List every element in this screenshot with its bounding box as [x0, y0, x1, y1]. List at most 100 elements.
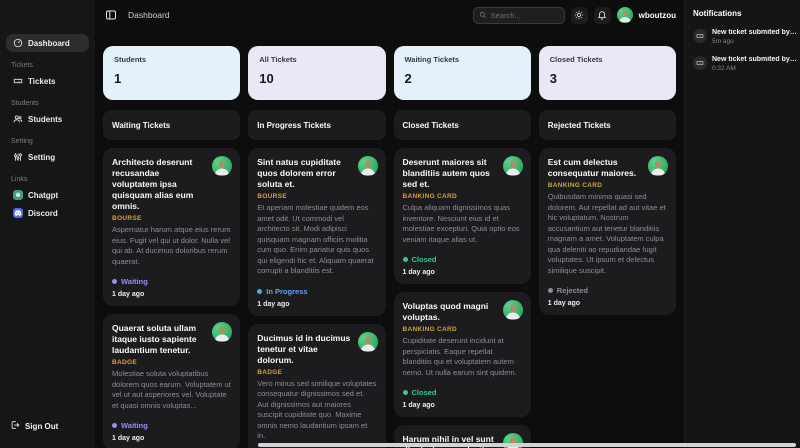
sidebar-item-discord[interactable]: Discord — [6, 204, 89, 222]
column-header: Rejected Tickets — [538, 110, 676, 140]
ticket-badge: BANKING CARD — [402, 326, 458, 334]
ticket-time: 1 day ago — [402, 402, 435, 410]
ticket-description: Vero minus sed similique voluptates cons… — [257, 378, 377, 441]
ticket-card[interactable]: Quaerat soluta ullam itaque iusto sapien… — [103, 314, 241, 448]
settings-icon — [13, 152, 23, 162]
sidebar-item-label: Tickets — [28, 76, 56, 86]
stat-value: 3 — [549, 71, 557, 86]
ticket-card[interactable]: Est cum delectus consequatur maiores. BA… — [538, 148, 676, 316]
status-dot-icon — [402, 257, 408, 263]
status-dot-icon — [112, 423, 117, 429]
ticket-status-label: Closed — [411, 255, 437, 265]
sign-out-icon — [10, 420, 20, 432]
ticket-description: Culpa aliquam dignissimos quas inventore… — [402, 203, 520, 244]
notifications-button[interactable] — [593, 6, 611, 24]
notification-item[interactable]: New ticket submited by wb... 5m ago — [693, 29, 797, 45]
ticket-status: Rejected — [547, 286, 667, 296]
ticket-card[interactable]: Deserunt maiores sit blanditiis autem qu… — [393, 148, 531, 285]
sidebar-item-dashboard[interactable]: Dashboard — [6, 34, 89, 52]
stat-label: Waiting Tickets — [404, 55, 460, 64]
sidebar-section: Links ✻ Chatgpt Discord — [0, 176, 95, 222]
notification-item[interactable]: New ticket submited by wb... 0:32 AM — [693, 56, 797, 72]
ticket-card[interactable]: Ducimus id in ducimus tenetur et vitae d… — [248, 323, 386, 448]
ticket-card[interactable]: Voluptas quod magni voluptas. BANKING CA… — [393, 292, 531, 418]
sidebar-section-label: Students — [11, 100, 39, 107]
sidebar-item-chatgpt[interactable]: ✻ Chatgpt — [6, 186, 89, 204]
ticket-status-label: Rejected — [556, 286, 589, 296]
sidebar-item-label: Chatgpt — [28, 190, 59, 200]
ticket-status: In Progress — [257, 287, 376, 296]
ticket-card[interactable]: Architecto deserunt recusandae voluptate… — [103, 148, 241, 307]
sidebar-toggle-button[interactable] — [103, 7, 119, 23]
status-dot-icon — [257, 288, 263, 294]
ticket-status-label: In Progress — [266, 286, 308, 296]
sidebar-section-items: Setting — [0, 148, 95, 166]
ticket-description: Et aperiam molestiae quidem eos amet odi… — [257, 203, 374, 276]
board-column: Rejected Tickets Est cum delectus conseq… — [538, 110, 676, 448]
column-header: Closed Tickets — [393, 110, 531, 140]
discord-icon — [13, 208, 23, 218]
ticket-author-avatar — [357, 331, 378, 352]
notification-time: 5m ago — [712, 38, 734, 45]
search-input[interactable] — [490, 10, 559, 20]
ticket-status-label: Waiting — [121, 421, 148, 431]
ticket-badge: BOURSE — [257, 193, 287, 201]
ticket-author-avatar — [502, 300, 523, 321]
status-dot-icon — [547, 288, 553, 294]
ticket-badge: BOURSE — [112, 215, 142, 223]
ticket-status-label: Waiting — [121, 277, 148, 287]
ticket-badge: BADGE — [112, 359, 137, 367]
ticket-time: 1 day ago — [402, 269, 435, 277]
status-dot-icon — [402, 390, 408, 396]
stat-card: Students 1 — [103, 46, 241, 100]
ticket-icon — [693, 29, 707, 43]
sidebar-item-label: Setting — [28, 152, 56, 162]
search-icon — [479, 11, 487, 19]
students-icon — [13, 114, 23, 124]
ticket-description: Quibusdam minima quasi sed dolorem. Aut … — [547, 192, 666, 275]
sidebar-section-label: Setting — [11, 138, 33, 145]
notifications-list: New ticket submited by wb... 5m ago New … — [693, 29, 797, 72]
ticket-badge: BADGE — [257, 368, 283, 376]
sidebar-section: Tickets Tickets — [0, 62, 95, 90]
notification-text: New ticket submited by wb... — [712, 56, 797, 63]
column-header: In Progress Tickets — [248, 110, 386, 140]
board-column: Closed Tickets Deserunt maiores sit blan… — [393, 110, 531, 448]
sidebar-item-students[interactable]: Students — [6, 110, 89, 128]
sidebar-item-setting[interactable]: Setting — [6, 148, 89, 166]
stat-card: Waiting Tickets 2 — [393, 46, 531, 100]
notification-time: 0:32 AM — [712, 65, 736, 72]
theme-toggle-button[interactable] — [570, 6, 588, 24]
ticket-status: Closed — [402, 388, 522, 398]
ticket-time: 1 day ago — [547, 300, 581, 308]
sidebar-section-items: ✻ Chatgpt Discord — [0, 186, 95, 222]
topbar: Dashboard wboutzou — [103, 0, 676, 30]
ticket-author-avatar — [648, 156, 668, 176]
user-avatar[interactable] — [616, 7, 633, 23]
ticket-status-label: Closed — [411, 388, 437, 398]
sidebar-item-tickets[interactable]: Tickets — [6, 72, 89, 90]
notifications-title: Notifications — [693, 9, 742, 18]
search-box[interactable] — [472, 6, 565, 24]
chatgpt-icon: ✻ — [13, 190, 23, 200]
sidebar-item-label: Dashboard — [28, 38, 70, 48]
stat-value: 2 — [404, 71, 412, 86]
stat-card: Closed Tickets 3 — [538, 46, 676, 100]
main-area: Dashboard wboutzou — [95, 0, 684, 448]
ticket-icon — [693, 56, 707, 70]
ticket-card[interactable]: Sint natus cupiditate quos dolorem error… — [248, 148, 386, 316]
ticket-time: 1 day ago — [257, 300, 290, 308]
stat-card: All Tickets 10 — [248, 46, 386, 100]
sidebar-section-items: Tickets — [0, 72, 95, 90]
sidebar-item-label: Discord — [28, 208, 58, 218]
ticket-icon — [13, 76, 23, 86]
dashboard-icon — [13, 38, 23, 48]
sign-out-button[interactable]: Sign Out — [10, 420, 58, 432]
column-tickets: Sint natus cupiditate quos dolorem error… — [248, 148, 386, 448]
sidebar-section: Students Students — [0, 100, 95, 128]
sidebar-section: Setting Setting — [0, 138, 95, 166]
ticket-author-avatar — [502, 156, 523, 176]
board-column: In Progress Tickets Sint natus cupiditat… — [248, 110, 386, 448]
horizontal-scrollbar[interactable] — [258, 443, 796, 447]
column-header: Waiting Tickets — [103, 110, 241, 140]
